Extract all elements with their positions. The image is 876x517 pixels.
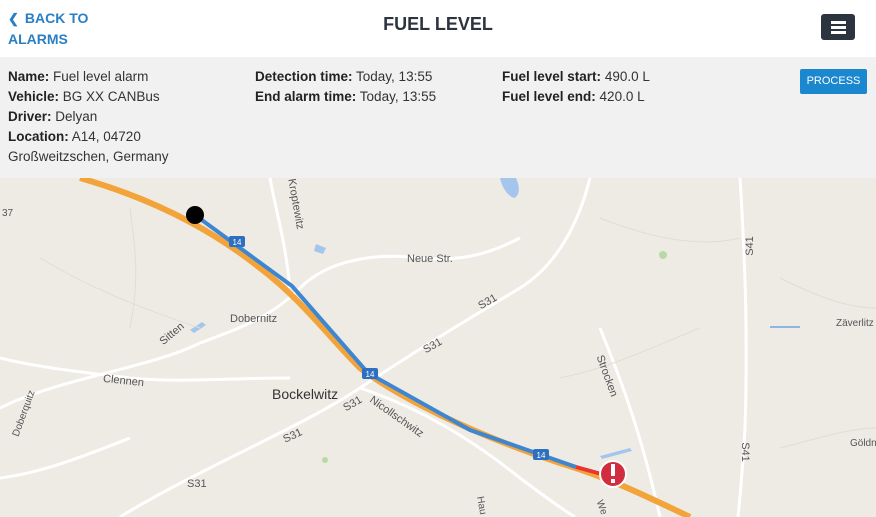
end-alarm-time-row: End alarm time: Today, 13:55 [255, 89, 437, 104]
road-label-s31: S31 [187, 478, 207, 490]
end-alarm-time-value: Today, 13:55 [359, 89, 437, 104]
place-label-dobernitz: Dobernitz [230, 313, 278, 325]
detection-time-row: Detection time: Today, 13:55 [255, 69, 433, 84]
fuel-start-value: 490.0 L [604, 69, 650, 84]
fuel-start-row: Fuel level start: 490.0 L [502, 69, 650, 84]
road-label-s41: S41 [743, 236, 756, 256]
alarm-marker-icon[interactable] [599, 460, 627, 488]
driver-row: Driver: Delyan [8, 109, 98, 124]
detection-time-value: Today, 13:55 [356, 69, 433, 84]
pond-shape [314, 244, 326, 254]
stream-shape [600, 448, 632, 459]
stream-shape [770, 326, 800, 328]
vehicle-row: Vehicle: BG XX CANBus [8, 89, 160, 104]
start-point-marker[interactable] [186, 206, 204, 224]
svg-text:14: 14 [537, 451, 546, 460]
svg-text:14: 14 [233, 238, 242, 247]
menu-button[interactable] [821, 14, 855, 40]
name-value: Fuel level alarm [53, 69, 149, 84]
top-bar: ❮ BACK TO ALARMS FUEL LEVEL [0, 0, 876, 57]
details-column-1: Name: Fuel level alarm Vehicle: BG XX CA… [8, 67, 169, 167]
highway-shield: 14 [229, 236, 245, 247]
road-label-37: 37 [2, 208, 14, 219]
page-title: FUEL LEVEL [383, 14, 493, 34]
alarm-details-panel: Name: Fuel level alarm Vehicle: BG XX CA… [0, 57, 876, 178]
location-line2: Großweitzschen, Germany [8, 149, 169, 164]
road-label-s41: S41 [738, 442, 751, 462]
process-button[interactable]: PROCESS [800, 69, 867, 94]
route-line [193, 213, 577, 469]
local-roads [0, 178, 748, 517]
highway-shield: 14 [533, 449, 549, 460]
park-shape [659, 251, 667, 259]
fuel-end-value: 420.0 L [599, 89, 645, 104]
svg-text:14: 14 [366, 370, 375, 379]
vehicle-value: BG XX CANBus [62, 89, 160, 104]
details-column-2: Detection time: Today, 13:55 End alarm t… [255, 67, 436, 107]
location-row: Location: A14, 04720 [8, 129, 141, 144]
place-label-goldni: Göldni [850, 438, 876, 449]
place-label-bockelwitz: Bockelwitz [272, 386, 339, 402]
place-label-zaverlitz: Zäverlitz [836, 318, 874, 329]
name-row: Name: Fuel level alarm [8, 69, 149, 84]
location-value: A14, 04720 [71, 129, 141, 144]
driver-value: Delyan [55, 109, 98, 124]
lake-shape [500, 178, 519, 198]
park-shape [322, 457, 328, 463]
details-column-3: Fuel level start: 490.0 L Fuel level end… [502, 67, 650, 107]
map-view[interactable]: 14 14 14 Bockelwitz Dobernitz Clennen Si… [0, 178, 876, 517]
road-label-neue-str: Neue Str. [407, 253, 453, 265]
highway-shield: 14 [362, 368, 378, 379]
fuel-end-row: Fuel level end: 420.0 L [502, 89, 645, 104]
highway-a14 [79, 178, 692, 517]
